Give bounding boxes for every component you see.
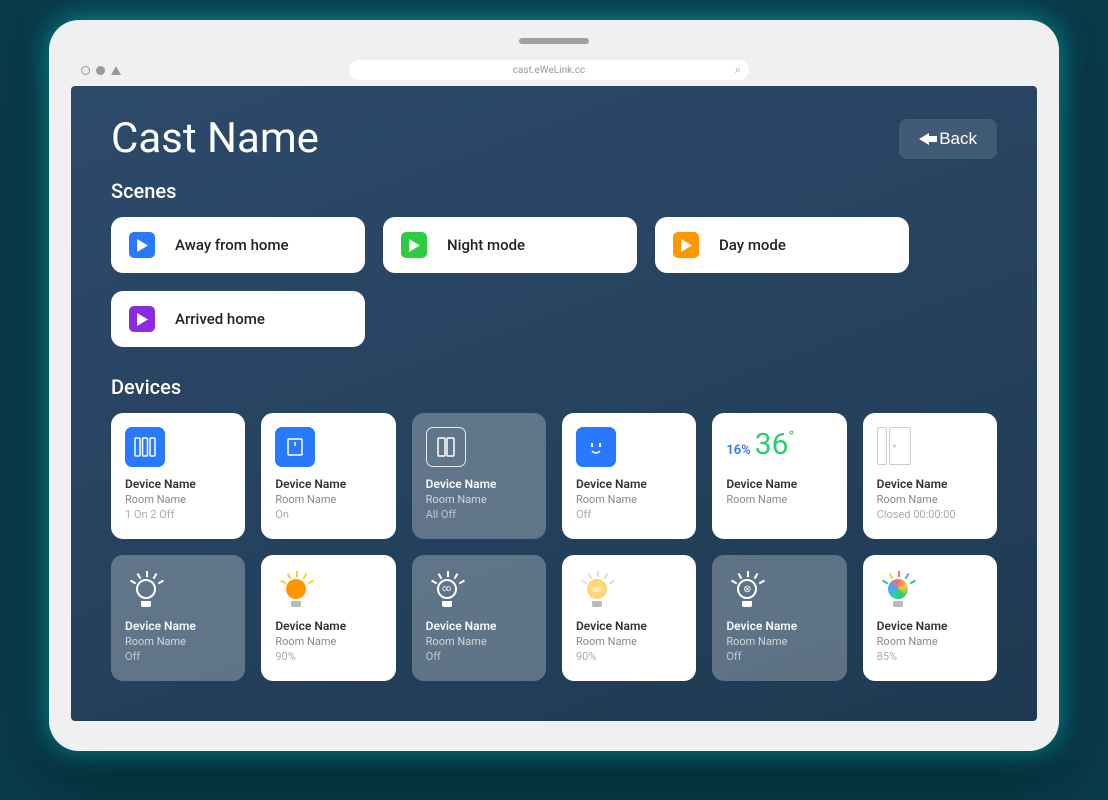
device-status: 90% [275,650,381,663]
window-controls [81,66,121,75]
scene-label: Away from home [175,236,289,254]
scene-arrived[interactable]: Arrived home [111,291,365,347]
play-icon [129,232,155,258]
device-room: Room Name [125,635,231,648]
device-name: Device Name [275,619,381,633]
device-card[interactable]: Device Name Room Name Closed 00:00:00 [863,413,997,539]
dual-switch-icon [426,427,466,467]
temperature-value: 36 [755,427,789,462]
play-icon [129,306,155,332]
device-room: Room Name [426,493,532,506]
device-name: Device Name [275,477,381,491]
device-name: Device Name [576,477,682,491]
arrow-left-icon [919,133,929,145]
device-room: Room Name [426,635,532,648]
device-room: Room Name [275,635,381,648]
device-room: Room Name [275,493,381,506]
search-icon[interactable]: ⌕ [735,63,741,77]
device-status: Off [726,650,832,663]
device-card[interactable]: 16% 36° Device Name Room Name [712,413,846,539]
window-circle-icon [81,66,90,75]
device-name: Device Name [125,477,231,491]
header: Cast Name Back [111,114,997,163]
devices-grid: Device Name Room Name 1 On 2 Off Device … [111,413,997,681]
scene-label: Night mode [447,236,525,254]
bulb-icon: ∞ [426,569,468,611]
device-card[interactable]: Device Name Room Name All Off [412,413,546,539]
device-status: Closed 00:00:00 [877,508,983,521]
device-status: Off [426,650,532,663]
scene-day[interactable]: Day mode [655,217,909,273]
device-room: Room Name [576,493,682,506]
device-card[interactable]: ∞ Device Name Room Name 90% [562,555,696,681]
humidity-value: 16% [726,443,750,458]
scene-night[interactable]: Night mode [383,217,637,273]
bulb-icon: ∞ [576,569,618,611]
device-status: All Off [426,508,532,521]
device-room: Room Name [726,493,832,506]
play-icon [401,232,427,258]
device-room: Room Name [726,635,832,648]
device-name: Device Name [726,477,832,491]
device-card[interactable]: ⊗ Device Name Room Name Off [712,555,846,681]
device-status: 85% [877,650,983,663]
bulb-icon [877,569,919,611]
device-card[interactable]: Device Name Room Name Off [562,413,696,539]
device-name: Device Name [576,619,682,633]
scenes-grid: Away from home Night mode Day mode Arriv… [111,217,997,347]
url-bar[interactable]: cast.eWeLink.cc ⌕ [349,60,749,80]
bulb-icon [275,569,317,611]
device-card[interactable]: Device Name Room Name 1 On 2 Off [111,413,245,539]
device-card[interactable]: ∞ Device Name Room Name Off [412,555,546,681]
tablet-notch [519,38,589,44]
device-status: 1 On 2 Off [125,508,231,521]
device-name: Device Name [426,477,532,491]
device-name: Device Name [877,619,983,633]
device-room: Room Name [877,493,983,506]
socket-icon [576,427,616,467]
browser-bar: cast.eWeLink.cc ⌕ [71,54,1037,86]
tablet-frame: cast.eWeLink.cc ⌕ Cast Name Back Scenes … [49,20,1059,751]
device-status: 90% [576,650,682,663]
device-status: Off [125,650,231,663]
scene-label: Day mode [719,236,786,254]
back-label: Back [939,129,977,149]
multi-switch-icon [125,427,165,467]
device-room: Room Name [125,493,231,506]
device-name: Device Name [726,619,832,633]
app-screen: Cast Name Back Scenes Away from home Nig… [71,86,1037,721]
door-sensor-icon [877,427,911,465]
device-card[interactable]: Device Name Room Name 90% [261,555,395,681]
device-name: Device Name [426,619,532,633]
scene-label: Arrived home [175,310,265,328]
scene-away[interactable]: Away from home [111,217,365,273]
device-status: Off [576,508,682,521]
url-text: cast.eWeLink.cc [513,65,586,76]
devices-heading: Devices [111,375,997,399]
device-card[interactable]: Device Name Room Name Off [111,555,245,681]
device-card[interactable]: Device Name Room Name 85% [863,555,997,681]
bulb-icon: ⊗ [726,569,768,611]
window-circle-icon [96,66,105,75]
back-button[interactable]: Back [899,119,997,159]
page-title: Cast Name [111,114,319,163]
switch-icon [275,427,315,467]
device-card[interactable]: Device Name Room Name On [261,413,395,539]
bulb-icon [125,569,167,611]
device-name: Device Name [125,619,231,633]
device-room: Room Name [877,635,983,648]
temperature-icon: 16% 36° [726,427,794,462]
device-status: On [275,508,381,521]
device-room: Room Name [576,635,682,648]
window-triangle-icon [111,66,121,75]
scenes-heading: Scenes [111,179,997,203]
play-icon [673,232,699,258]
device-name: Device Name [877,477,983,491]
